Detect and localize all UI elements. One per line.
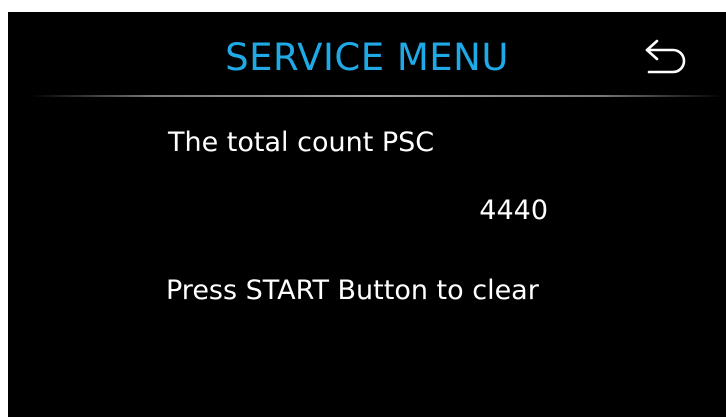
total-count-value: 4440 xyxy=(479,195,548,226)
header-divider xyxy=(30,95,724,97)
total-count-label: The total count PSC xyxy=(168,127,435,158)
service-screen: SERVICE MENU The total count PSC 4440 Pr… xyxy=(8,12,726,417)
back-button[interactable] xyxy=(638,32,694,82)
page-title: SERVICE MENU xyxy=(225,36,509,79)
clear-instruction: Press START Button to clear xyxy=(166,275,539,306)
back-arrow-icon xyxy=(645,39,686,74)
